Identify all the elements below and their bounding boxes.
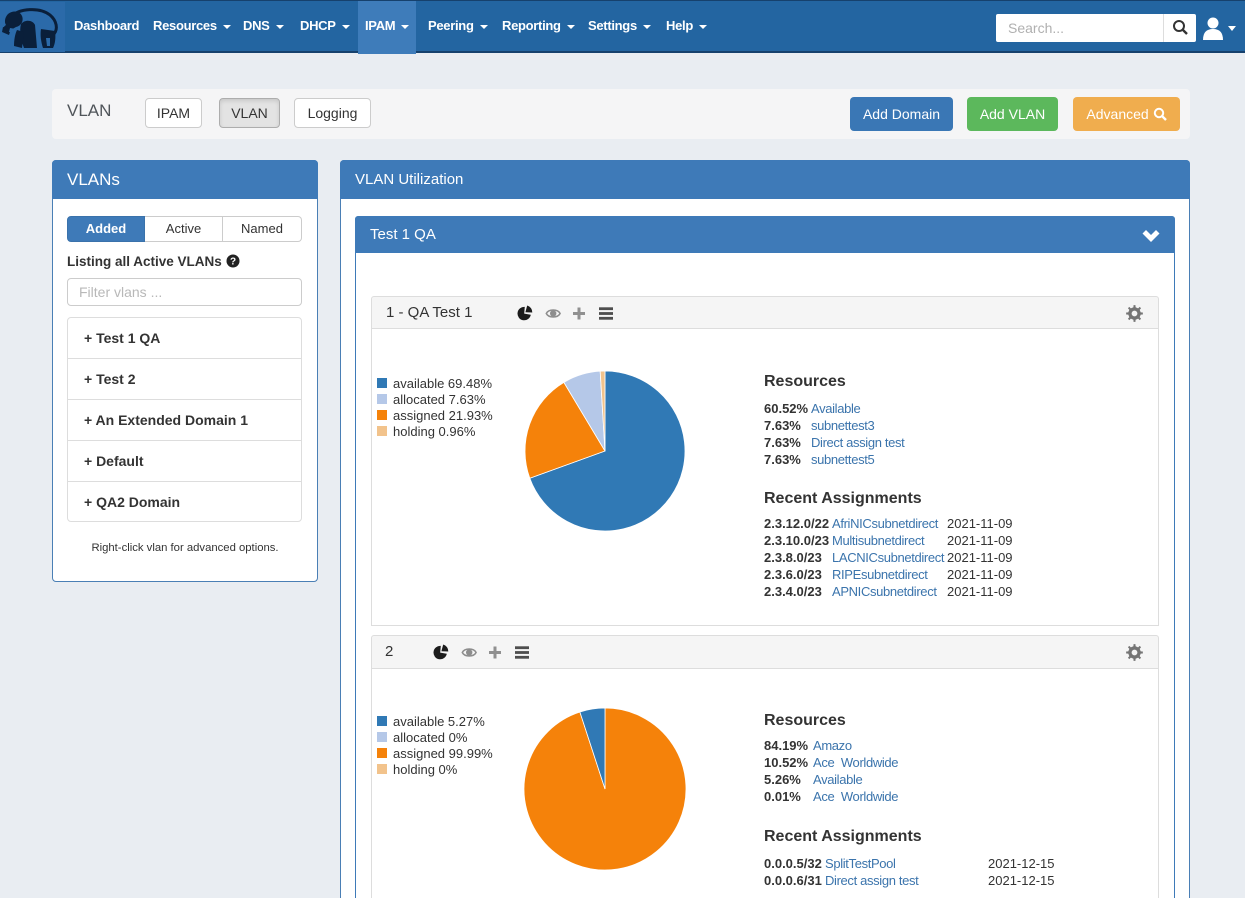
- svg-text:?: ?: [229, 257, 235, 268]
